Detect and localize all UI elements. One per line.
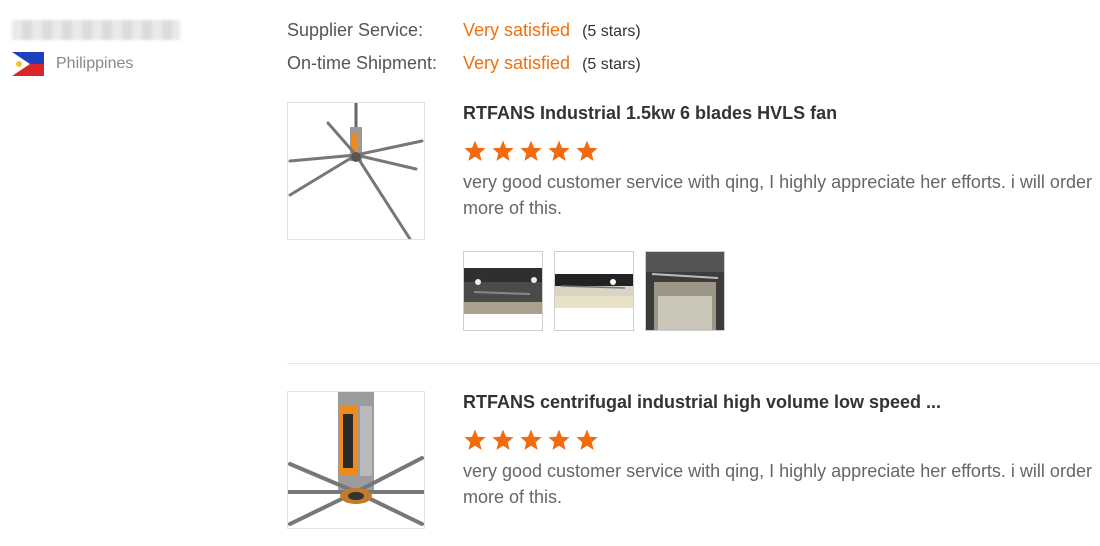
- star-icon: [548, 140, 570, 161]
- product-title-link[interactable]: RTFANS Industrial 1.5kw 6 blades HVLS fa…: [463, 102, 1100, 124]
- supplier-service-rating: Supplier Service: Very satisfied (5 star…: [287, 20, 641, 53]
- rating-value: Very satisfied: [463, 53, 571, 73]
- review-photo[interactable]: [554, 251, 634, 331]
- review-body: RTFANS Industrial 1.5kw 6 blades HVLS fa…: [463, 102, 1100, 331]
- product-title-link[interactable]: RTFANS centrifugal industrial high volum…: [463, 391, 1100, 413]
- star-icon: [464, 429, 486, 450]
- review-photo[interactable]: [463, 251, 543, 331]
- review-photo[interactable]: [645, 251, 725, 331]
- star-icon: [548, 429, 570, 450]
- rating-label: On-time Shipment:: [287, 53, 438, 73]
- rating-label: Supplier Service:: [287, 20, 424, 40]
- product-thumbnail[interactable]: [287, 102, 425, 240]
- review-text: very good customer service with qing, I …: [463, 461, 1092, 507]
- review-photos: [463, 251, 1100, 331]
- review-star-rating: [463, 428, 1100, 452]
- star-icon: [576, 429, 598, 450]
- philippines-flag-icon: [12, 52, 44, 76]
- on-time-shipment-rating: On-time Shipment: Very satisfied (5 star…: [287, 53, 641, 86]
- star-icon: [520, 140, 542, 161]
- rating-stars-text: (5 stars): [582, 56, 641, 73]
- star-icon: [464, 140, 486, 161]
- review-body: RTFANS centrifugal industrial high volum…: [463, 391, 1100, 510]
- reviewer-name-redacted: [12, 20, 180, 40]
- star-icon: [492, 429, 514, 450]
- country-label: Philippines: [56, 55, 134, 72]
- star-icon: [492, 140, 514, 161]
- reviewer-info: Philippines: [12, 20, 212, 76]
- product-thumbnail[interactable]: [287, 391, 425, 529]
- review-divider: [287, 363, 1100, 364]
- rating-stars-text: (5 stars): [582, 23, 641, 40]
- review-text: very good customer service with qing, I …: [463, 172, 1092, 218]
- rating-summary: Supplier Service: Very satisfied (5 star…: [287, 20, 641, 86]
- rating-value: Very satisfied: [463, 20, 571, 40]
- reviewer-country: Philippines: [12, 52, 212, 76]
- review-star-rating: [463, 139, 1100, 163]
- star-icon: [520, 429, 542, 450]
- star-icon: [576, 140, 598, 161]
